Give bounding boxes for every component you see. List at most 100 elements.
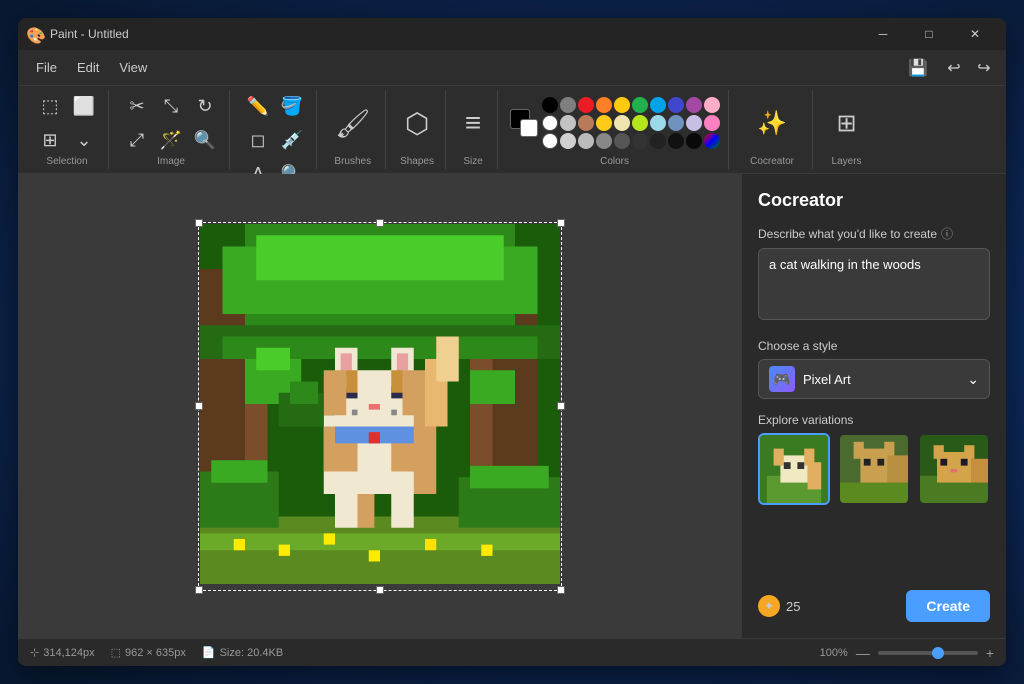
size-button[interactable]: ≡	[459, 103, 487, 143]
swatch-purple[interactable]	[686, 97, 702, 113]
cocreator-content: ✨	[747, 90, 797, 156]
handle-bottom-middle[interactable]	[376, 586, 384, 594]
crop-button[interactable]: ✂	[121, 90, 153, 122]
cocreator-ribbon-label: Cocreator	[750, 156, 794, 169]
swatch-lt-blue[interactable]	[650, 115, 666, 131]
credits-coin-icon: ✦	[758, 595, 780, 617]
close-button[interactable]: ✕	[952, 18, 998, 50]
maximize-button[interactable]: □	[906, 18, 952, 50]
swatch-dkest-gray[interactable]	[632, 133, 648, 149]
swatch-dkr-gray[interactable]	[614, 133, 630, 149]
select-dropdown-button[interactable]: ⌄	[68, 124, 100, 156]
swatch-lt-pink[interactable]	[704, 115, 720, 131]
zoom-fit-button[interactable]: 🔍	[189, 124, 221, 156]
zoom-slider-thumb	[932, 647, 944, 659]
menu-edit[interactable]: Edit	[67, 56, 109, 79]
swatch-red[interactable]	[578, 97, 594, 113]
layers-ribbon-label: Layers	[832, 156, 862, 169]
rect-select-button[interactable]: ⬚	[34, 90, 66, 122]
swatch-near-black[interactable]	[650, 133, 666, 149]
file-icon: 📄	[202, 646, 216, 659]
swatch-steel-blue[interactable]	[668, 115, 684, 131]
swatch-lt-green[interactable]	[632, 115, 648, 131]
zoom-in-button[interactable]: +	[986, 645, 994, 661]
select-all-button[interactable]: ⊞	[34, 124, 66, 156]
create-button[interactable]: Create	[906, 590, 990, 622]
swatch-orange[interactable]	[596, 97, 612, 113]
bg-remove-button[interactable]: 🪄	[155, 124, 187, 156]
prompt-textarea[interactable]: a cat walking in the woods	[758, 248, 990, 320]
swatch-white2[interactable]	[542, 133, 558, 149]
freeform-select-button[interactable]: ⬜	[68, 90, 100, 122]
minimize-button[interactable]: ─	[860, 18, 906, 50]
layers-ribbon-button[interactable]: ⊞	[826, 103, 866, 144]
swatch-cream[interactable]	[614, 115, 630, 131]
zoom-level: 100%	[820, 647, 848, 659]
menu-view[interactable]: View	[109, 56, 157, 79]
rotate-button[interactable]: ↻	[189, 90, 221, 122]
variations-section: Explore variations	[758, 413, 990, 505]
swatch-pink[interactable]	[704, 97, 720, 113]
cocreator-ribbon-button[interactable]: ✨	[747, 103, 797, 144]
eraser-button[interactable]: ◻	[242, 124, 274, 156]
swatch-lt-gray2[interactable]	[560, 133, 576, 149]
swatch-gold[interactable]	[596, 115, 612, 131]
resize-button[interactable]: ⤡	[155, 90, 187, 122]
size-icon: ≡	[465, 107, 481, 139]
redo-button[interactable]: ↪	[970, 54, 998, 82]
swatch-dk-gray[interactable]	[596, 133, 612, 149]
pencil-button[interactable]: ✏️	[242, 90, 274, 122]
canvas-area[interactable]	[18, 174, 741, 638]
swatch-near-black3[interactable]	[686, 133, 702, 149]
shapes-icon: ⬡	[405, 107, 429, 140]
image-content: ✂ ⤡ ↻ ⤢ 🪄 🔍	[121, 90, 221, 156]
zoom-slider[interactable]	[878, 651, 978, 655]
swatch-blue[interactable]	[650, 97, 666, 113]
color-picker-swatch[interactable]	[704, 133, 720, 149]
cocreator-sparkle-icon: ✨	[757, 109, 787, 138]
eyedropper-button[interactable]: 💉	[276, 124, 308, 156]
menu-file[interactable]: File	[26, 56, 67, 79]
swatch-yellow[interactable]	[614, 97, 630, 113]
variation-1[interactable]	[758, 433, 830, 505]
file-size: 📄 Size: 20.4KB	[202, 646, 283, 659]
swatch-med-gray[interactable]	[578, 133, 594, 149]
swatch-lavender[interactable]	[686, 115, 702, 131]
panel-bottom: ✦ 25 Create	[758, 582, 990, 622]
shapes-button[interactable]: ⬡	[399, 103, 435, 144]
color-row-3	[542, 133, 720, 149]
style-selector[interactable]: 🎮 Pixel Art ⌄	[758, 359, 990, 399]
zoom-out-button[interactable]: —	[856, 645, 870, 661]
style-label: Choose a style	[758, 339, 990, 353]
color-row-1	[542, 97, 720, 113]
handle-bottom-right[interactable]	[557, 586, 565, 594]
variation-3[interactable]	[918, 433, 990, 505]
fill-button[interactable]: 🪣	[276, 90, 308, 122]
cursor-pos-text: 314,124px	[43, 647, 94, 659]
selection-dimensions-icon: ⬚	[111, 646, 121, 659]
brush-button[interactable]: 🖌	[329, 103, 377, 144]
swatch-black[interactable]	[542, 97, 558, 113]
style-name: Pixel Art	[803, 372, 851, 387]
flip-button[interactable]: ⤢	[121, 124, 153, 156]
app-title: Paint - Untitled	[50, 27, 860, 41]
variation-2[interactable]	[838, 433, 910, 505]
swatch-brown[interactable]	[578, 115, 594, 131]
chevron-down-icon: ⌄	[967, 371, 979, 388]
swatch-lt-gray[interactable]	[560, 115, 576, 131]
pixel-art-canvas[interactable]	[200, 224, 560, 584]
credits-badge: ✦ 25	[758, 595, 800, 617]
save-button[interactable]: 💾	[904, 54, 932, 82]
color-stack	[510, 109, 538, 137]
undo-button[interactable]: ↩	[940, 54, 968, 82]
style-icon: 🎮	[769, 366, 795, 392]
swatch-green[interactable]	[632, 97, 648, 113]
swatch-gray[interactable]	[560, 97, 576, 113]
ribbon-group-size: ≡ Size	[450, 90, 498, 169]
swatch-near-black2[interactable]	[668, 133, 684, 149]
secondary-color-swatch[interactable]	[520, 119, 538, 137]
handle-bottom-left[interactable]	[195, 586, 203, 594]
swatch-white[interactable]	[542, 115, 558, 131]
swatch-indigo[interactable]	[668, 97, 684, 113]
ribbon-group-tools: ✏️ 🪣 ◻ 💉 A 🔍 Tools	[234, 90, 317, 169]
